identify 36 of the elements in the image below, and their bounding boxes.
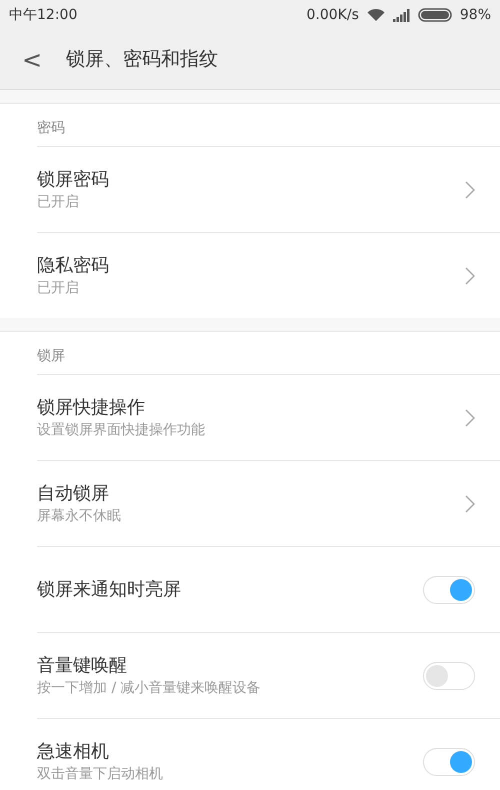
- setting-subtitle: 屏幕永不休眠: [37, 507, 122, 526]
- setting-title: 音量键唤醒: [37, 654, 128, 678]
- chevron-right-icon: [465, 494, 475, 512]
- toggle-switch[interactable]: [423, 662, 475, 690]
- settings-row[interactable]: 锁屏快捷操作 设置锁屏界面快捷操作功能: [37, 374, 500, 460]
- section-header: 锁屏: [36, 347, 66, 366]
- setting-subtitle: 设置锁屏界面快捷操作功能: [37, 421, 206, 440]
- settings-row[interactable]: 锁屏来通知时亮屏: [37, 546, 500, 632]
- network-speed: 0.00K/s: [306, 6, 359, 24]
- settings-row[interactable]: 锁屏密码 已开启: [37, 146, 500, 232]
- status-time: 中午12:00: [9, 6, 78, 24]
- setting-title: 锁屏快捷操作: [37, 396, 146, 420]
- back-button[interactable]: <: [20, 48, 44, 72]
- page-title: 锁屏、密码和指纹: [66, 47, 218, 72]
- setting-title: 自动锁屏: [37, 482, 110, 506]
- battery-icon: [418, 8, 452, 22]
- settings-row[interactable]: 自动锁屏 屏幕永不休眠: [37, 460, 500, 546]
- settings-row[interactable]: 音量键唤醒 按一下增加 / 减小音量键来唤醒设备: [37, 632, 500, 718]
- section-header: 密码: [36, 119, 66, 138]
- settings-row[interactable]: 急速相机 双击音量下启动相机: [37, 718, 500, 790]
- setting-subtitle: 已开启: [37, 193, 80, 212]
- setting-subtitle: 双击音量下启动相机: [37, 765, 164, 784]
- wifi-icon: [366, 8, 385, 22]
- battery-percent: 98%: [460, 6, 491, 24]
- setting-title: 锁屏来通知时亮屏: [37, 578, 182, 602]
- chevron-right-icon: [465, 180, 475, 198]
- chevron-right-icon: [465, 408, 475, 426]
- setting-title: 急速相机: [37, 740, 110, 764]
- toggle-switch[interactable]: [423, 576, 475, 604]
- signal-icon: [392, 8, 410, 22]
- setting-subtitle: 按一下增加 / 减小音量键来唤醒设备: [37, 679, 262, 698]
- toggle-switch[interactable]: [423, 748, 475, 776]
- setting-subtitle: 已开启: [37, 279, 80, 298]
- setting-title: 锁屏密码: [37, 168, 110, 192]
- chevron-right-icon: [465, 266, 475, 284]
- setting-title: 隐私密码: [37, 254, 110, 278]
